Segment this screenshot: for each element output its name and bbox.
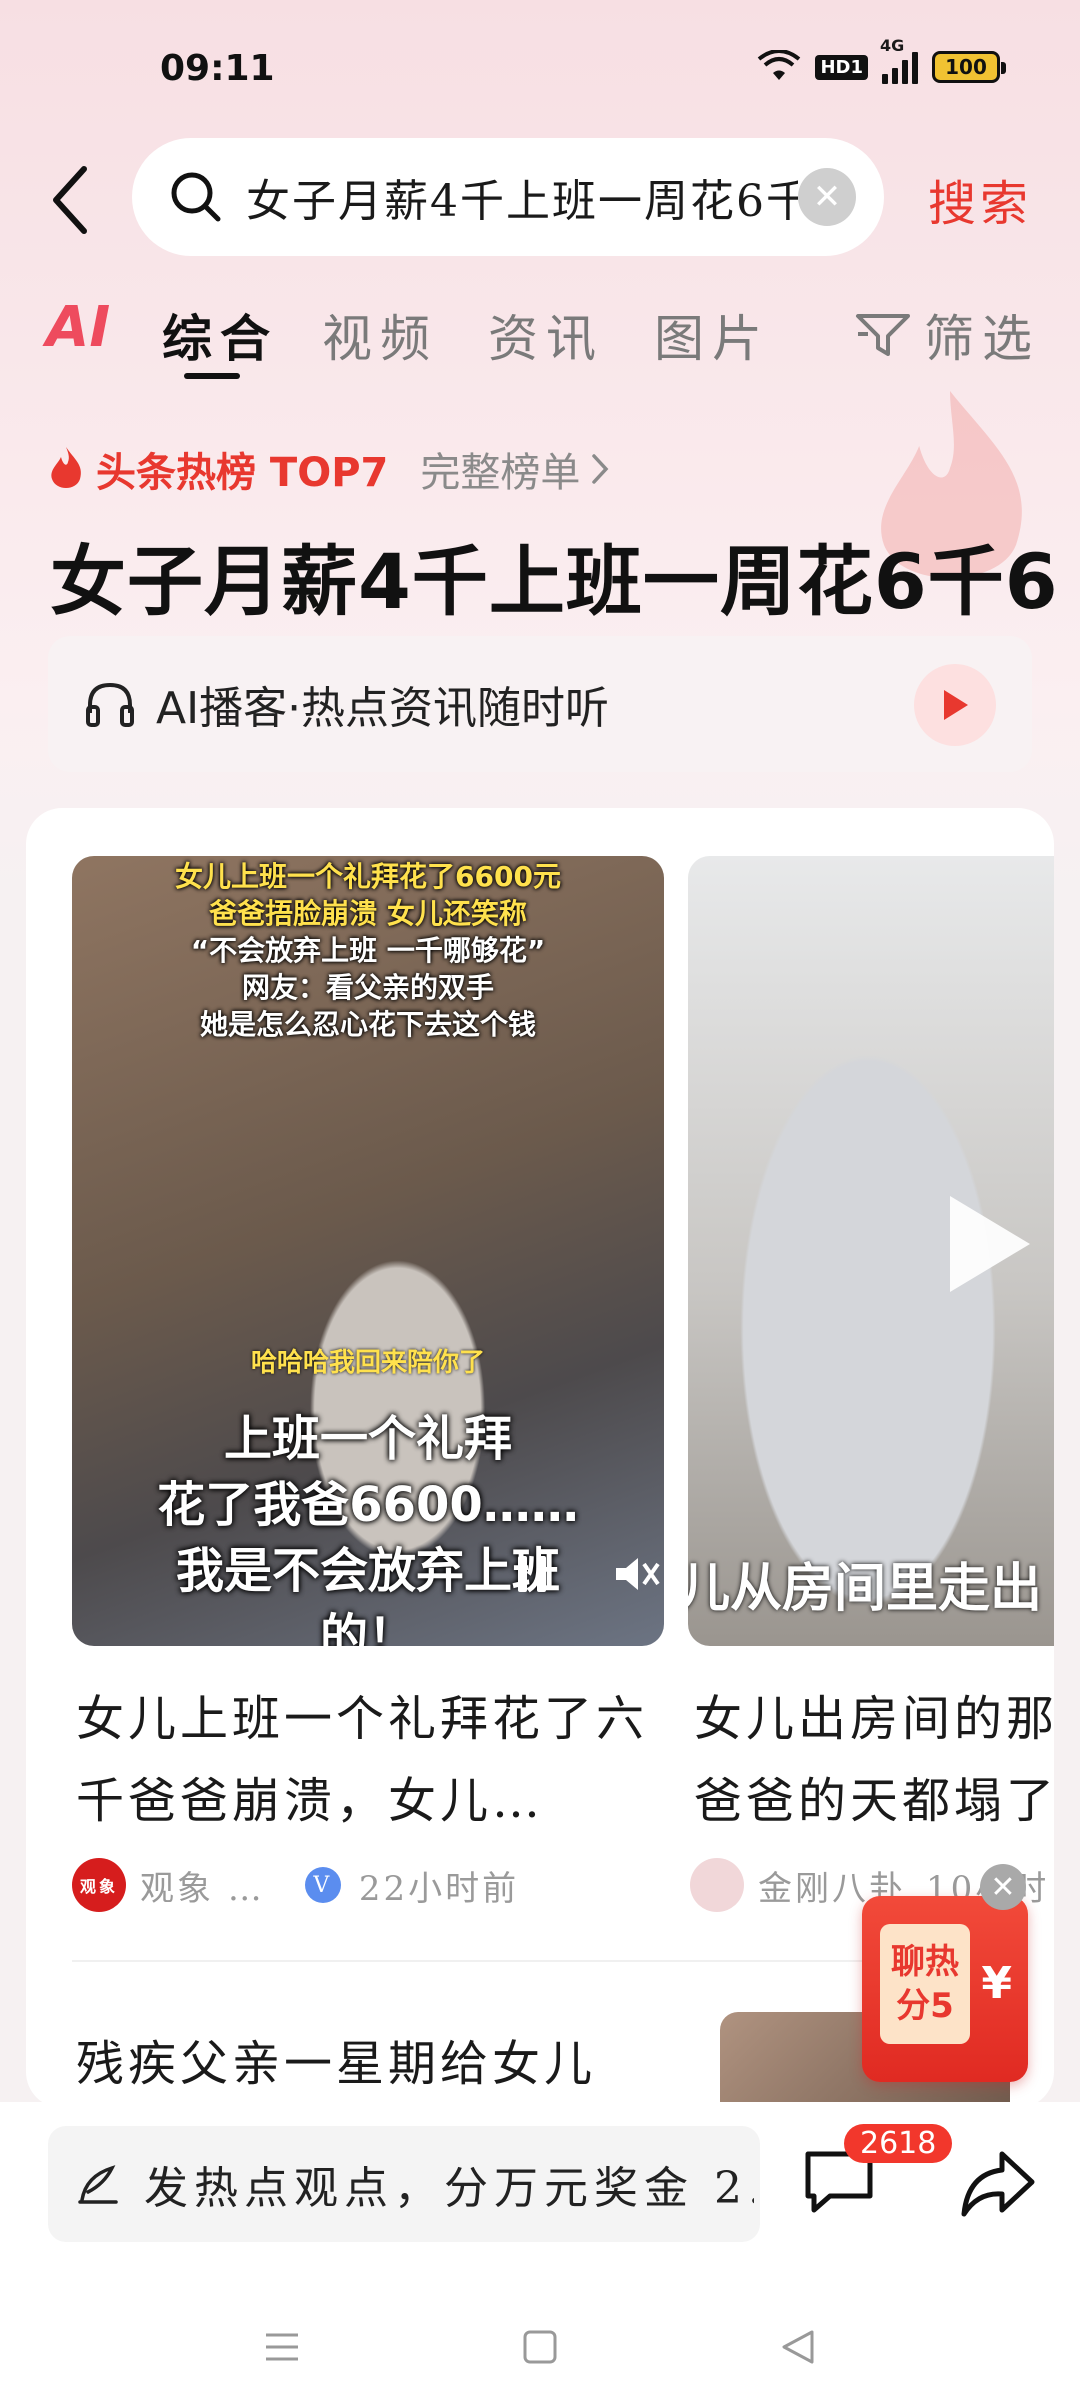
full-list-link[interactable]: 完整榜单 — [420, 440, 580, 498]
ai-podcast-bar[interactable]: AI播客·热点资讯随时听 — [48, 636, 1032, 772]
avatar[interactable] — [690, 1858, 744, 1912]
status-time: 09:11 — [160, 48, 275, 89]
bottom-bar: 发热点观点，分万元奖金 2. 2618 — [0, 2102, 1080, 2400]
filter-icon — [856, 314, 910, 356]
tab-video[interactable]: 视频 — [322, 299, 438, 371]
caption-line: 女儿上班一个礼拜花了6600元 — [175, 860, 561, 893]
card-title-line: 女儿出房间的那 — [694, 1691, 1054, 1747]
wifi-icon — [758, 50, 801, 80]
verified-icon: V — [304, 1867, 341, 1903]
card-title[interactable]: 女儿出房间的那 爸爸的天都塌了 — [694, 1678, 1054, 1842]
video-thumbnail[interactable]: 儿从房间里走出 — [688, 856, 1054, 1646]
card-meta: 观象 观象 … V 22小时前 — [72, 1858, 519, 1912]
red-packet-label: 聊热 分5 — [880, 1924, 970, 2044]
video-caption-big: 上班一个礼拜 花了我爸6600…… 我是不会放弃上班 的！ — [72, 1406, 664, 1646]
caption-line: 爸爸捂脸崩溃 女儿还笑称 — [209, 897, 527, 930]
caption-line: 她是怎么忍心花下去这个钱 — [199, 1008, 536, 1041]
filter-button[interactable]: 筛选 — [854, 299, 1040, 371]
flame-icon — [51, 447, 81, 488]
share-icon[interactable] — [958, 2146, 1038, 2222]
podcast-play-button[interactable] — [914, 664, 996, 746]
search-query: 女子月薪4千上班一周花6千6 — [246, 176, 798, 227]
search-button[interactable]: 搜索 — [928, 164, 1032, 234]
caption-line: 的！ — [319, 1609, 416, 1646]
caption-line: 网友：看父亲的双手 — [241, 971, 494, 1004]
close-icon[interactable]: ✕ — [980, 1864, 1026, 1910]
headphones-icon — [86, 682, 134, 727]
tab-news[interactable]: 资讯 — [488, 299, 604, 371]
pen-icon — [78, 2165, 118, 2204]
video-caption: 儿从房间里走出 — [688, 1559, 1043, 1619]
yen-icon: ¥ — [981, 1958, 1012, 2009]
chevron-right-icon — [592, 454, 609, 484]
back-button[interactable] — [50, 160, 100, 240]
card-title-line: 爸爸的天都塌了 — [694, 1773, 1054, 1829]
system-nav-bar — [0, 2327, 1080, 2387]
signal-icon: 4G — [880, 36, 918, 84]
publish-time: 22小时前 — [358, 1868, 520, 1909]
status-bar: 09:11 HD1 4G 100 — [0, 0, 1080, 130]
video-thumbnail[interactable]: 女儿上班一个礼拜花了6600元 爸爸捂脸崩溃 女儿还笑称 “不会放弃上班 一千哪… — [72, 856, 664, 1646]
battery-icon: 100 — [932, 51, 1006, 83]
video-caption-top: 女儿上班一个礼拜花了6600元 爸爸捂脸崩溃 女儿还笑称 “不会放弃上班 一千哪… — [72, 856, 664, 1043]
caption-line: 上班一个礼拜 — [223, 1411, 512, 1467]
hot-rank-row[interactable]: 头条热榜 TOP7 完整榜单 — [46, 440, 610, 498]
active-tab-indicator — [184, 373, 240, 379]
hot-rank-label: 头条热榜 TOP7 — [96, 450, 389, 496]
menu-icon[interactable] — [262, 2327, 302, 2367]
back-arrow-icon — [53, 166, 87, 234]
comment-count-badge: 2618 — [844, 2124, 953, 2163]
clear-icon[interactable]: ✕ — [798, 168, 856, 226]
filter-label: 筛选 — [924, 310, 1040, 368]
article-title[interactable]: 残疾父亲一星期给女儿 — [76, 2024, 596, 2094]
tab-comprehensive[interactable]: 综合 — [162, 299, 278, 371]
home-icon[interactable] — [520, 2327, 560, 2367]
status-icons: HD1 4G 100 — [757, 36, 1006, 84]
mute-icon[interactable] — [612, 1552, 662, 1596]
video-controls — [512, 1552, 662, 1596]
search-input[interactable]: 女子月薪4千上班一周花6千6 ✕ — [132, 138, 884, 256]
tab-images[interactable]: 图片 — [654, 299, 770, 371]
source-name[interactable]: 观象 … — [140, 1861, 265, 1910]
tab-bar: AI 综合 视频 资讯 图片 筛选 — [0, 285, 1080, 385]
card-title[interactable]: 女儿上班一个礼拜花了六千爸爸崩溃，女儿… — [76, 1678, 656, 1842]
back-nav-icon[interactable] — [778, 2327, 818, 2367]
packet-line: 聊热 — [891, 1942, 959, 1982]
hd-badge: HD1 — [815, 54, 868, 80]
podcast-label: AI播客·热点资讯随时听 — [156, 683, 610, 734]
caption-line: 花了我爸6600…… — [157, 1477, 579, 1533]
play-icon — [944, 690, 968, 720]
play-icon[interactable] — [950, 1196, 1030, 1292]
hot-headline[interactable]: 女子月薪4千上班一周花6千6 — [50, 520, 1059, 630]
video-subtitle: 哈哈哈我回来陪你了 — [250, 1348, 485, 1378]
search-icon — [171, 172, 221, 222]
caption-line: “不会放弃上班 一千哪够花” — [190, 934, 546, 967]
pause-icon[interactable] — [512, 1552, 552, 1596]
network-type: 4G — [880, 36, 905, 55]
red-packet-widget[interactable]: 聊热 分5 ¥ — [862, 1896, 1028, 2082]
comment-input[interactable]: 发热点观点，分万元奖金 2. — [48, 2126, 760, 2242]
comment-placeholder: 发热点观点，分万元奖金 2. — [144, 2163, 754, 2214]
avatar[interactable]: 观象 — [72, 1858, 126, 1912]
tab-ai[interactable]: AI — [46, 295, 110, 360]
battery-level: 100 — [945, 55, 987, 79]
packet-line: 分5 — [896, 1986, 954, 2026]
